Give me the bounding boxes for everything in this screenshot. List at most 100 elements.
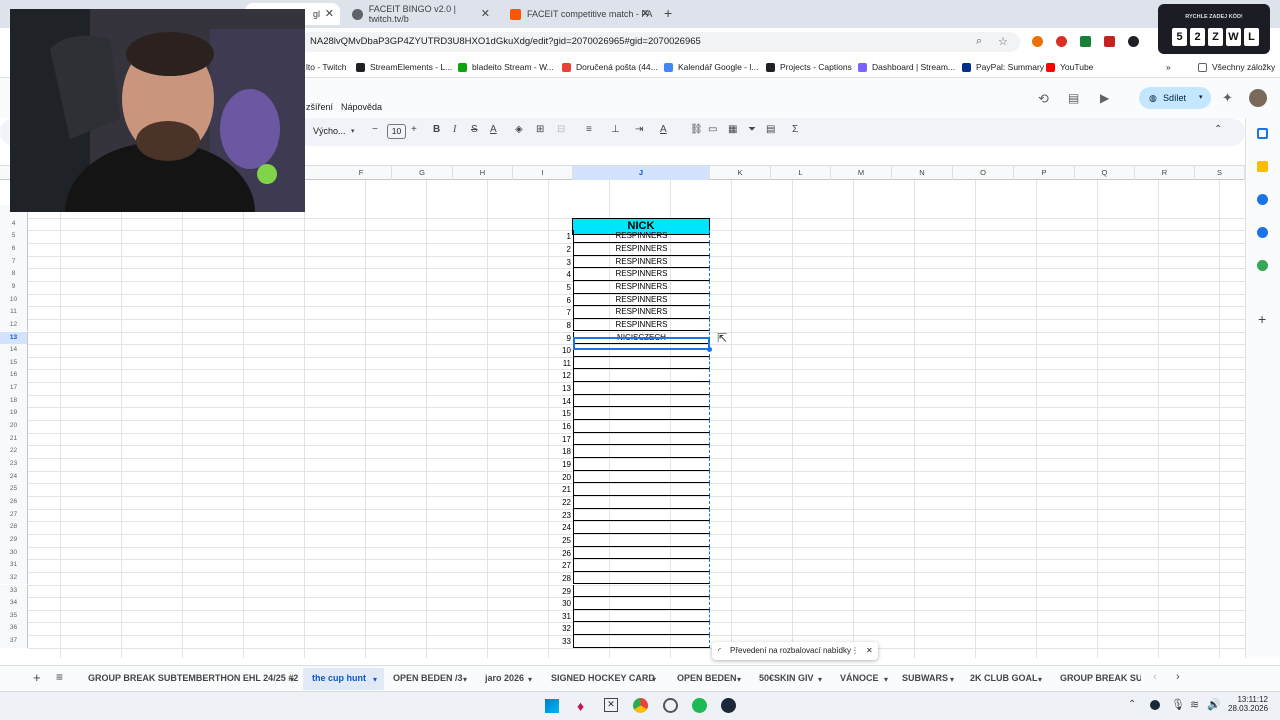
menu-extensions[interactable]: zšíření — [306, 102, 333, 112]
column-header[interactable]: Q — [1075, 166, 1135, 180]
network-icon[interactable]: ≋ — [1190, 698, 1199, 711]
nick-cell[interactable] — [573, 508, 710, 522]
link-icon[interactable]: ⛓ — [690, 124, 703, 135]
dropdown-conversion-toast[interactable]: ◜ Převedení na rozbalovací nabídky ⋮ ✕ — [712, 642, 878, 660]
steam-tray-icon[interactable] — [1150, 700, 1160, 710]
text-color-icon[interactable]: A — [490, 124, 497, 135]
add-addon-icon[interactable]: + — [1258, 311, 1266, 327]
spotify-icon[interactable] — [692, 698, 707, 713]
chevron-down-icon[interactable]: ▾ — [818, 675, 822, 684]
row-header[interactable]: 31 — [0, 559, 28, 572]
nick-cell[interactable]: RESPINNERS — [573, 255, 710, 269]
nick-cell[interactable] — [573, 483, 710, 496]
chevron-down-icon[interactable]: ▾ — [290, 675, 294, 684]
column-header[interactable]: S — [1195, 166, 1245, 180]
close-icon[interactable]: ✕ — [481, 7, 490, 20]
row-header[interactable]: 9 — [0, 280, 28, 294]
close-icon[interactable]: ✕ — [641, 7, 650, 20]
row-header[interactable]: 14 — [0, 344, 28, 357]
fill-color-icon[interactable]: ◈ — [515, 124, 523, 135]
nick-cell[interactable] — [573, 356, 710, 370]
chart-icon[interactable]: ▦ — [728, 124, 737, 135]
tray-chevron-icon[interactable]: ⌃ — [1128, 699, 1136, 710]
row-header[interactable]: 37 — [0, 635, 28, 648]
sheet-tab[interactable]: OPEN BEDEN /3 — [393, 673, 463, 683]
row-header[interactable]: 30 — [0, 546, 28, 560]
avatar[interactable] — [1249, 89, 1267, 107]
row-header[interactable]: 7 — [0, 255, 28, 269]
comment-icon[interactable]: ▭ — [708, 124, 717, 135]
merge-cells-icon[interactable]: ⊟ — [557, 124, 565, 135]
all-bookmarks[interactable]: Všechny záložky — [1198, 62, 1275, 72]
zoom-icon[interactable]: ⌕ — [976, 35, 982, 48]
column-header[interactable]: P — [1014, 166, 1075, 180]
chevron-down-icon[interactable]: ▾ — [884, 675, 888, 684]
align-vertical-icon[interactable]: ⊥ — [611, 124, 620, 135]
bookmark-star-icon[interactable]: ☆ — [998, 35, 1008, 48]
fill-handle[interactable] — [707, 347, 712, 352]
sheet-tab[interactable]: jaro 2026 — [485, 673, 524, 683]
contacts-icon[interactable] — [1257, 227, 1268, 238]
row-header[interactable]: 35 — [0, 609, 28, 623]
row-header[interactable]: 13 — [0, 331, 28, 345]
chrome-icon[interactable] — [633, 698, 648, 713]
extension-icon[interactable] — [1080, 36, 1091, 47]
bookmark-item[interactable]: Dashboard | Stream... — [858, 62, 955, 72]
chevron-down-icon[interactable]: ▾ — [1199, 87, 1203, 109]
nick-cell[interactable] — [573, 546, 710, 560]
nick-cell[interactable] — [573, 432, 710, 446]
chevron-down-icon[interactable]: ▾ — [737, 675, 741, 684]
bookmark-item[interactable]: StreamElements - L... — [356, 62, 452, 72]
column-header[interactable]: O — [953, 166, 1014, 180]
extension-icon[interactable] — [1128, 36, 1139, 47]
row-header[interactable]: 17 — [0, 382, 28, 395]
nick-cell[interactable] — [573, 495, 710, 509]
nick-cell[interactable] — [573, 609, 710, 623]
more-options-icon[interactable]: ⋮ — [851, 642, 859, 660]
row-header[interactable]: 27 — [0, 508, 28, 522]
new-tab-icon[interactable]: + — [664, 5, 672, 21]
row-header[interactable]: 20 — [0, 420, 28, 433]
scroll-left-icon[interactable]: ‹ — [1153, 671, 1157, 683]
filter-views-icon[interactable]: ▤ — [766, 124, 775, 135]
column-header[interactable]: R — [1135, 166, 1195, 180]
maps-icon[interactable] — [1257, 260, 1268, 271]
close-icon[interactable]: ✕ — [866, 642, 873, 660]
bookmark-item[interactable]: Doručená pošta (44... — [562, 62, 658, 72]
bookmark-item[interactable]: Projects - Captions — [766, 62, 852, 72]
bookmark-item[interactable]: lto - Twitch — [306, 62, 346, 72]
microphone-icon[interactable]: 🎙 — [1171, 698, 1185, 711]
row-header[interactable]: 12 — [0, 318, 28, 332]
row-header[interactable]: 29 — [0, 533, 28, 547]
row-header[interactable]: 10 — [0, 293, 28, 307]
row-header[interactable]: 22 — [0, 445, 28, 458]
filter-icon[interactable]: ⏷ — [748, 124, 756, 135]
meet-icon[interactable]: ▶ — [1100, 91, 1109, 105]
row-header[interactable]: 21 — [0, 432, 28, 446]
taskbar-clock[interactable]: 13:11:12 28.03.2026 — [1228, 695, 1268, 713]
bookmark-item[interactable]: Kalendář Google - l... — [664, 62, 758, 72]
chevron-down-icon[interactable]: ▾ — [950, 675, 954, 684]
decrease-font-icon[interactable]: − — [372, 124, 378, 135]
nick-cell[interactable] — [573, 571, 710, 585]
browser-tab-bingo[interactable]: FACEIT BINGO v2.0 | twitch.tv/b ✕ — [344, 3, 496, 25]
calendar-icon[interactable] — [1257, 128, 1268, 139]
url-field[interactable]: NA28lvQMvDbaP3GP4ZYUTRD3U8HXO1dGkuXdg/ed… — [300, 32, 1020, 52]
nick-cell[interactable] — [573, 470, 710, 484]
row-header[interactable]: 33 — [0, 584, 28, 598]
scroll-right-icon[interactable]: › — [1176, 671, 1180, 683]
align-horizontal-icon[interactable]: ≡ — [586, 124, 592, 135]
nick-cell[interactable] — [573, 597, 710, 610]
gemini-icon[interactable]: ✦ — [1222, 90, 1233, 106]
bookmark-item[interactable]: YouTube — [1046, 62, 1093, 72]
row-header[interactable]: 34 — [0, 597, 28, 610]
italic-icon[interactable]: I — [453, 124, 456, 135]
more-bookmarks-icon[interactable]: » — [1166, 62, 1171, 72]
chevron-down-icon[interactable]: ▾ — [528, 675, 532, 684]
column-header[interactable]: M — [831, 166, 892, 180]
menu-help[interactable]: Nápověda — [341, 102, 382, 112]
row-header[interactable]: 32 — [0, 571, 28, 585]
row-header[interactable]: 36 — [0, 622, 28, 636]
add-sheet-icon[interactable]: + — [33, 670, 41, 685]
text-wrap-icon[interactable]: ⇥ — [635, 124, 643, 135]
